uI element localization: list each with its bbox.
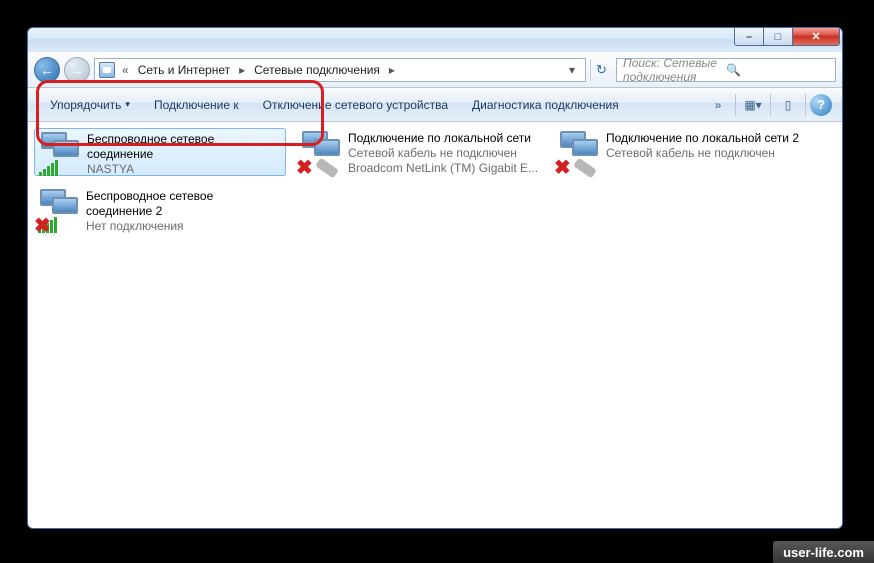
item-title: Подключение по локальной сети <box>348 131 538 146</box>
connection-item-wifi[interactable]: Беспроводное сетевое соединение NASTYA <box>34 128 286 176</box>
view-mode-button[interactable]: ▦ ▾ <box>740 94 766 116</box>
diagnose-button[interactable]: Диагностика подключения <box>460 92 631 118</box>
items-pane: Беспроводное сетевое соединение NASTYA ✖… <box>28 122 842 528</box>
command-bar: Упорядочить ▾ Подключение к Отключение с… <box>28 88 842 122</box>
back-button[interactable]: ← <box>34 57 60 83</box>
disable-device-button[interactable]: Отключение сетевого устройства <box>251 92 460 118</box>
item-network-name: NASTYA <box>87 162 279 177</box>
preview-pane-button[interactable]: ▯ <box>775 94 801 116</box>
breadcrumb-connections[interactable]: Сетевые подключения <box>252 63 382 77</box>
titlebar: – □ ✕ <box>28 28 842 52</box>
separator <box>770 94 771 116</box>
organize-button[interactable]: Упорядочить ▾ <box>38 92 142 118</box>
item-status: Сетевой кабель не подключен <box>606 146 799 161</box>
wifi-adapter-icon: ✖ <box>40 189 80 229</box>
history-chevron-icon[interactable]: « <box>119 63 132 77</box>
address-bar[interactable]: « Сеть и Интернет ▸ Сетевые подключения … <box>94 58 586 82</box>
separator <box>805 94 806 116</box>
connection-item-lan-2[interactable]: ✖ Подключение по локальной сети 2 Сетево… <box>554 128 806 176</box>
chevron-right-icon[interactable]: ▸ <box>386 63 398 77</box>
connect-to-button[interactable]: Подключение к <box>142 92 251 118</box>
search-input[interactable]: Поиск: Сетевые подключения 🔍 <box>616 58 836 82</box>
item-title: Подключение по локальной сети 2 <box>606 131 799 146</box>
search-placeholder: Поиск: Сетевые подключения <box>623 56 726 84</box>
toolbar-right: » ▦ ▾ ▯ ? <box>705 94 832 116</box>
address-dropdown-icon[interactable]: ▾ <box>563 63 581 77</box>
search-icon: 🔍 <box>726 63 829 77</box>
connection-item-lan[interactable]: ✖ Подключение по локальной сети Сетевой … <box>296 128 548 176</box>
organize-label: Упорядочить <box>50 98 121 112</box>
breadcrumb-network[interactable]: Сеть и Интернет <box>136 63 232 77</box>
separator <box>735 94 736 116</box>
overflow-chevron-icon[interactable]: » <box>705 94 731 116</box>
grid-icon: ▦ <box>744 98 755 112</box>
maximize-button[interactable]: □ <box>763 27 793 46</box>
explorer-window: – □ ✕ ← → « Сеть и Интернет ▸ Сетевые по… <box>27 27 843 529</box>
error-x-icon: ✖ <box>34 217 52 235</box>
chevron-down-icon: ▾ <box>125 99 130 110</box>
lan-adapter-icon: ✖ <box>302 131 342 171</box>
signal-bars-icon <box>39 160 58 176</box>
item-status: Сетевой кабель не подключен <box>348 146 538 161</box>
error-x-icon: ✖ <box>296 159 314 177</box>
item-title: Беспроводное сетевое соединение 2 <box>86 189 280 219</box>
close-button[interactable]: ✕ <box>792 27 840 46</box>
refresh-button[interactable]: ↻ <box>590 59 612 81</box>
chevron-right-icon[interactable]: ▸ <box>236 63 248 77</box>
forward-button[interactable]: → <box>64 57 90 83</box>
item-title: Беспроводное сетевое соединение <box>87 132 279 162</box>
lan-adapter-icon: ✖ <box>560 131 600 171</box>
item-device: Broadcom NetLink (TM) Gigabit E... <box>348 161 538 176</box>
location-icon <box>99 62 115 78</box>
minimize-button[interactable]: – <box>734 27 764 46</box>
navigation-bar: ← → « Сеть и Интернет ▸ Сетевые подключе… <box>28 52 842 88</box>
help-button[interactable]: ? <box>810 94 832 116</box>
item-status: Нет подключения <box>86 219 280 234</box>
error-x-icon: ✖ <box>554 159 572 177</box>
connection-item-wifi-2[interactable]: ✖ Беспроводное сетевое соединение 2 Нет … <box>34 186 286 234</box>
chevron-down-icon: ▾ <box>756 98 762 112</box>
wifi-adapter-icon <box>41 132 81 172</box>
watermark: user-life.com <box>773 541 874 563</box>
